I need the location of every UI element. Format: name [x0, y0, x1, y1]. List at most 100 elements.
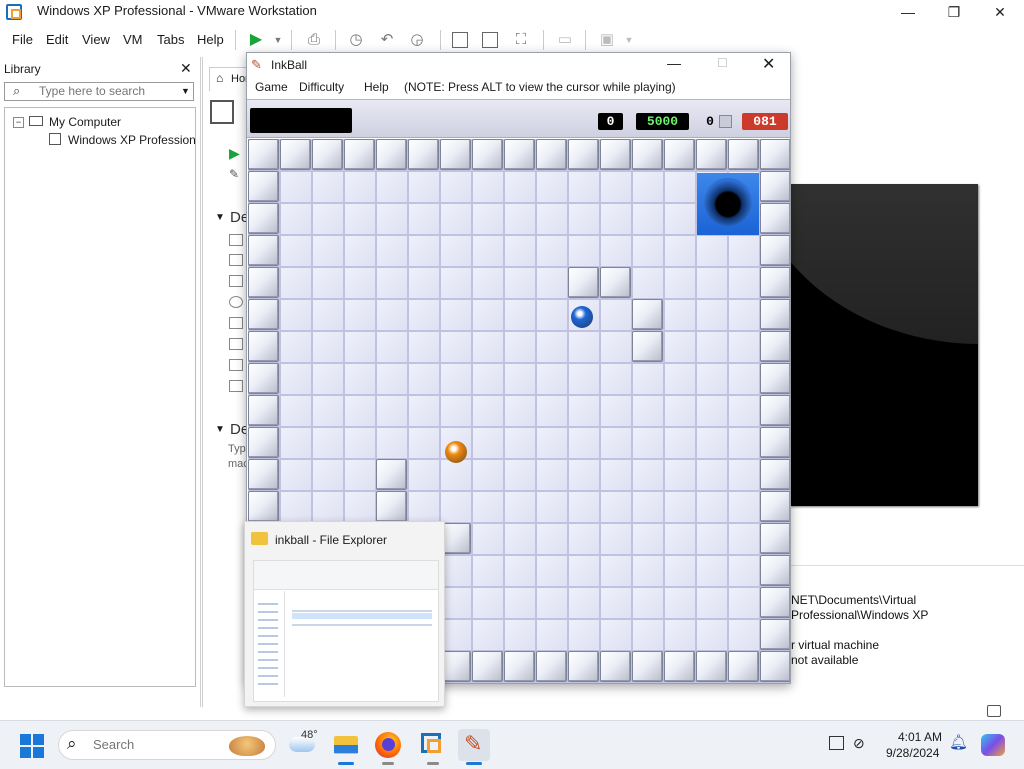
- board-cell: [312, 491, 344, 523]
- inkball-icon[interactable]: ✎: [458, 729, 490, 765]
- inkball-minimize-button[interactable]: —: [667, 55, 681, 71]
- collapse-icon[interactable]: −: [13, 117, 24, 128]
- inkball-menu-difficulty[interactable]: Difficulty: [299, 80, 344, 94]
- full-screen-icon[interactable]: ⛶: [512, 31, 530, 49]
- board-cell: [728, 523, 760, 555]
- chevron-down-icon[interactable]: ▼: [620, 31, 638, 49]
- message-log-icon[interactable]: [987, 705, 1001, 717]
- chevron-down-icon[interactable]: ▼: [181, 86, 190, 96]
- stretch-guest-icon[interactable]: ▣: [598, 31, 616, 49]
- board-cell: [728, 299, 760, 331]
- board-cell: [568, 587, 600, 619]
- bell-icon[interactable]: 🔔︎: [949, 733, 968, 751]
- menu-vm[interactable]: VM: [123, 32, 143, 47]
- board-cell: [312, 363, 344, 395]
- board-cell: [344, 171, 376, 203]
- chevron-down-icon[interactable]: ▼: [215, 212, 225, 223]
- revert-snapshot-icon[interactable]: ↶: [378, 31, 396, 49]
- wall-block: [728, 139, 759, 170]
- inkball-close-button[interactable]: ✕: [762, 54, 775, 74]
- sound-card-icon: [229, 359, 243, 371]
- board-cell: [600, 555, 632, 587]
- board-cell: [664, 555, 696, 587]
- network-icon[interactable]: ⊘: [853, 735, 865, 752]
- power-on-icon[interactable]: ▶: [229, 145, 240, 162]
- console-view-icon[interactable]: ▭: [556, 31, 574, 49]
- board-cell: [376, 203, 408, 235]
- compatibility-line: r virtual machine: [791, 638, 880, 652]
- windows-start-icon[interactable]: [20, 734, 44, 758]
- maximize-button[interactable]: ❐: [931, 0, 977, 26]
- close-button[interactable]: ✕: [977, 0, 1023, 26]
- computer-icon: [29, 116, 43, 126]
- taskbar-search[interactable]: ⌕: [58, 730, 276, 760]
- library-search-input[interactable]: [39, 84, 169, 98]
- copilot-icon[interactable]: [981, 734, 1005, 756]
- clock-date[interactable]: 9/28/2024: [886, 746, 939, 760]
- show-library-icon[interactable]: [452, 32, 468, 48]
- minimize-button[interactable]: —: [885, 0, 931, 26]
- power-on-icon[interactable]: ▶: [247, 31, 265, 49]
- board-cell: [376, 331, 408, 363]
- clock-time[interactable]: 4:01 AM: [898, 730, 942, 744]
- board-cell: [312, 267, 344, 299]
- send-ctrl-alt-del-icon[interactable]: ⎙: [305, 31, 323, 49]
- snapshot-manager-icon[interactable]: ◶: [408, 31, 426, 49]
- menu-help[interactable]: Help: [197, 32, 224, 47]
- board-cell: [280, 267, 312, 299]
- chevron-down-icon[interactable]: ▼: [269, 31, 287, 49]
- menu-view[interactable]: View: [82, 32, 110, 47]
- board-cell: [728, 619, 760, 651]
- board-cell: [696, 235, 728, 267]
- library-close-icon[interactable]: ✕: [180, 60, 192, 77]
- library-search[interactable]: ⌕ ▼: [4, 82, 194, 101]
- board-cell: [728, 491, 760, 523]
- details-divider: [791, 565, 1024, 566]
- board-cell: [504, 555, 536, 587]
- board-cell: [536, 299, 568, 331]
- network-adapter-icon: [229, 317, 243, 329]
- tree-item-my-computer[interactable]: My Computer: [49, 115, 121, 129]
- board-cell: [536, 619, 568, 651]
- explorer-divider-mini: [284, 591, 285, 697]
- menu-file[interactable]: File: [12, 32, 33, 47]
- firefox-icon[interactable]: [372, 729, 404, 765]
- board-cell: [632, 459, 664, 491]
- board-cell: [344, 299, 376, 331]
- tree-item-windows-xp[interactable]: Windows XP Professional: [68, 133, 196, 147]
- wall-block: [696, 651, 727, 682]
- inkball-menu-help[interactable]: Help: [364, 80, 389, 94]
- board-cell: [536, 171, 568, 203]
- board-cell: [376, 267, 408, 299]
- wall-block: [376, 491, 407, 522]
- snapshot-icon[interactable]: ◷: [347, 31, 365, 49]
- inkball-menu-game[interactable]: Game: [255, 80, 288, 94]
- chevron-down-icon[interactable]: ▼: [215, 424, 225, 435]
- board-cell: [472, 587, 504, 619]
- board-cell: [376, 171, 408, 203]
- toolbar-separator: [335, 30, 336, 50]
- board-cell: [600, 363, 632, 395]
- board-cell: [568, 171, 600, 203]
- board-cell: [472, 523, 504, 555]
- vm-screen-preview[interactable]: [790, 184, 978, 506]
- inkball-maximize-button[interactable]: ☐: [717, 56, 728, 70]
- wall-block: [760, 395, 790, 426]
- wall-block: [632, 651, 663, 682]
- board-cell: [472, 619, 504, 651]
- thumbnail-bar-icon[interactable]: [482, 32, 498, 48]
- file-explorer-icon[interactable]: [330, 729, 362, 765]
- wall-block: [536, 651, 567, 682]
- vmware-icon[interactable]: [417, 729, 449, 765]
- notifications-tray-icon[interactable]: [829, 736, 844, 750]
- ball-queue-panel: [250, 108, 352, 133]
- menu-edit[interactable]: Edit: [46, 32, 68, 47]
- board-cell: [568, 459, 600, 491]
- menu-tabs[interactable]: Tabs: [157, 32, 184, 47]
- edit-settings-icon[interactable]: ✎: [229, 167, 239, 181]
- file-explorer-thumbnail[interactable]: inkball - File Explorer: [244, 521, 445, 707]
- board-cell: [568, 491, 600, 523]
- taskbar-search-input[interactable]: [93, 737, 213, 752]
- board-cell: [344, 363, 376, 395]
- wall-block: [248, 395, 279, 426]
